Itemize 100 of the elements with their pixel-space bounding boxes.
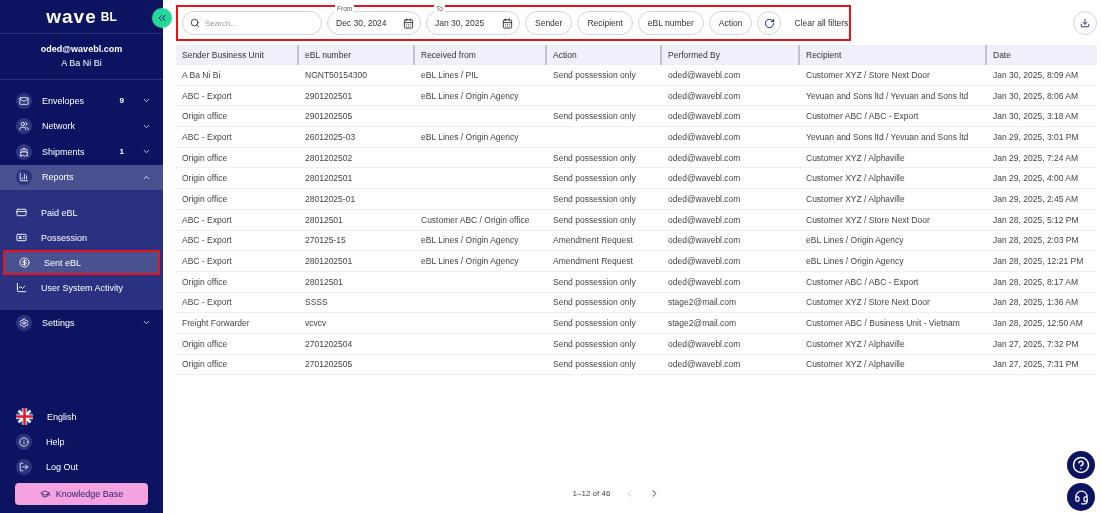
table-cell: Send possession only (545, 147, 660, 169)
table-cell: Yevuan and Sons ltd / Yevuan and Sons ltd (798, 85, 985, 107)
logo-text: wave (46, 5, 97, 28)
table-cell: stage2@mail.com (660, 313, 798, 334)
column-header[interactable]: eBL number (297, 45, 413, 65)
table-cell: oded@wavebl.com (660, 168, 798, 190)
nav-item[interactable]: Envelopes 9 (0, 88, 163, 114)
table-cell: 26012025-03 (297, 127, 413, 148)
table-cell: Customer XYZ / Store Next Door (798, 65, 985, 86)
nav-item[interactable]: Reports (0, 164, 163, 190)
table-cell: Jan 28, 2025, 5:12 PM (985, 209, 1097, 231)
count-label: 9 (119, 96, 124, 106)
filter-chip[interactable]: eBL number (637, 11, 704, 35)
table-cell: 2901202505 (297, 106, 413, 128)
submenu-item[interactable]: Possession (0, 225, 163, 250)
download-button[interactable] (1073, 11, 1097, 35)
table-cell: 2801202502 (297, 147, 413, 169)
footer-item[interactable]: English (0, 404, 163, 429)
table-cell: Origin office (176, 333, 297, 355)
table-cell: eBL Lines / Origin Agency (413, 85, 545, 107)
submenu-item[interactable]: User System Activity (0, 275, 163, 300)
graduation-cap-icon (39, 489, 50, 499)
table-cell: oded@wavebl.com (660, 230, 798, 252)
table-cell: ABC - Export (176, 127, 297, 148)
filter-chip[interactable]: Action (708, 11, 753, 35)
table-cell: 2701202505 (297, 354, 413, 376)
support-button[interactable] (1067, 483, 1095, 511)
collapse-button[interactable] (152, 8, 172, 28)
table-cell: Customer XYZ / Alphaville (798, 147, 985, 169)
search-icon (190, 18, 200, 28)
table-cell: ABC - Export (176, 85, 297, 107)
table-cell: Jan 29, 2025, 4:00 AM (985, 168, 1097, 190)
double-chevron-icon (156, 12, 168, 24)
table-cell: eBL Lines / Origin Agency (413, 230, 545, 252)
table-cell: oded@wavebl.com (660, 271, 798, 293)
knowledge-base-button[interactable]: Knowledge Base (15, 483, 148, 505)
table-cell: Amendment Request (545, 251, 660, 272)
column-header[interactable]: Date (985, 45, 1097, 65)
footer-label: English (47, 411, 77, 422)
submenu-item[interactable]: Paid eBL (0, 200, 163, 225)
footer-item[interactable]: Log Out (0, 454, 163, 479)
nav-item[interactable]: Settings (0, 310, 163, 336)
mail-icon (16, 92, 32, 109)
count-label: 1 (119, 147, 124, 157)
column-header[interactable]: Sender Business Unit (176, 45, 297, 65)
table-cell: oded@wavebl.com (660, 85, 798, 107)
nav-item[interactable]: Shipments 1 (0, 139, 163, 165)
table-cell: oded@wavebl.com (660, 147, 798, 169)
column-header[interactable]: Received from (413, 45, 545, 65)
table-cell: Send possession only (545, 65, 660, 86)
table-cell: Customer ABC / ABC - Export (798, 106, 985, 128)
calendar-icon (403, 17, 414, 29)
table-cell: 2801202501 (297, 251, 413, 272)
people-icon (16, 118, 32, 135)
table-cell: Yevuan and Sons ltd / Yevuan and Sons ltd (798, 127, 985, 148)
table-cell: 2701202504 (297, 333, 413, 355)
footer-label: Log Out (46, 461, 79, 472)
table-cell: Jan 30, 2025, 8:09 AM (985, 65, 1097, 86)
clear-filters-link[interactable]: Clear all filters (794, 18, 849, 28)
table-cell: Jan 30, 2025, 8:06 AM (985, 85, 1097, 107)
footer-label: Help (46, 436, 65, 447)
nav-item[interactable]: Network (0, 113, 163, 139)
table-cell: Customer ABC / Origin office (413, 209, 545, 231)
nav-label: Shipments (42, 146, 86, 157)
table-cell: Send possession only (545, 209, 660, 231)
table-cell: Amendment Request (545, 230, 660, 252)
table-cell: Jan 29, 2025, 7:24 AM (985, 147, 1097, 169)
date-value: Dec 30, 2024 (336, 18, 387, 28)
table-cell: Send possession only (545, 292, 660, 314)
submenu-label: Paid eBL (41, 207, 78, 218)
user-email: oded@wavebl.com (40, 44, 123, 54)
nav-label: Network (42, 121, 76, 132)
filter-chip[interactable]: Sender (525, 11, 573, 35)
table-cell: Origin office (176, 106, 297, 128)
table-cell: Jan 30, 2025, 3:18 AM (985, 106, 1097, 128)
nav-label: Settings (42, 317, 76, 328)
submenu-label: Sent eBL (44, 257, 82, 268)
table-cell: Send possession only (545, 271, 660, 293)
help-button[interactable] (1067, 451, 1095, 479)
table-cell: eBL Lines / Origin Agency (413, 127, 545, 148)
headset-icon (1073, 489, 1089, 505)
table-cell: oded@wavebl.com (660, 65, 798, 86)
column-header[interactable]: Recipient (798, 45, 985, 65)
submenu-item[interactable]: Sent eBL (3, 250, 160, 275)
table-cell: oded@wavebl.com (660, 251, 798, 272)
table-cell: oded@wavebl.com (660, 189, 798, 210)
search-field[interactable]: Search... (182, 11, 322, 35)
table-cell: Origin office (176, 168, 297, 190)
table-cell: oded@wavebl.com (660, 127, 798, 148)
table-cell: Send possession only (545, 333, 660, 355)
column-header[interactable]: Performed By (660, 45, 798, 65)
table-cell: oded@wavebl.com (660, 106, 798, 128)
table-cell: oded@wavebl.com (660, 333, 798, 355)
table-cell: 28012025-01 (297, 189, 413, 210)
refresh-button[interactable] (757, 11, 782, 35)
filter-chip[interactable]: Recipient (577, 11, 633, 35)
table-cell: Origin office (176, 271, 297, 293)
table-cell: Jan 29, 2025, 3:01 PM (985, 127, 1097, 148)
footer-item[interactable]: Help (0, 429, 163, 454)
column-header[interactable]: Action (545, 45, 660, 65)
